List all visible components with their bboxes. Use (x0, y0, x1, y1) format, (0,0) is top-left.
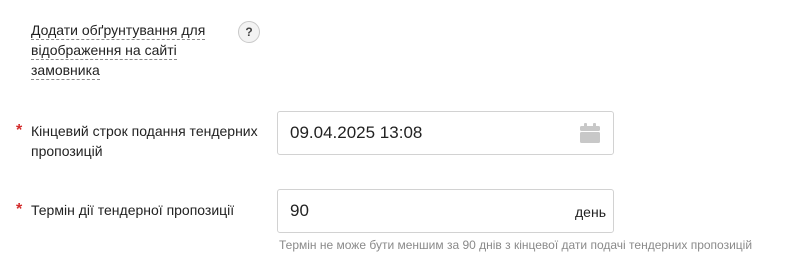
required-asterisk: * (16, 201, 23, 218)
deadline-datetime-field[interactable] (277, 111, 614, 155)
required-asterisk: * (16, 122, 23, 139)
justification-block: Додати обґрунтування для відображення на… (31, 20, 231, 80)
validity-input[interactable] (290, 190, 550, 232)
validity-days-field[interactable]: день (277, 189, 614, 233)
deadline-label: Кінцевий строк подання тендерних пропози… (31, 123, 258, 159)
help-icon[interactable]: ? (238, 21, 260, 43)
validity-label-group: * Термін дії тендерної пропозиції (16, 200, 276, 220)
deadline-label-group: * Кінцевий строк подання тендерних пропо… (16, 121, 276, 161)
add-justification-link[interactable]: Додати обґрунтування для відображення на… (31, 22, 206, 80)
validity-label: Термін дії тендерної пропозиції (31, 202, 235, 218)
unit-label: день (575, 204, 606, 220)
calendar-icon[interactable] (579, 122, 601, 144)
validity-hint: Термін не може бути меншим за 90 днів з … (279, 238, 753, 252)
deadline-input[interactable] (290, 112, 570, 154)
